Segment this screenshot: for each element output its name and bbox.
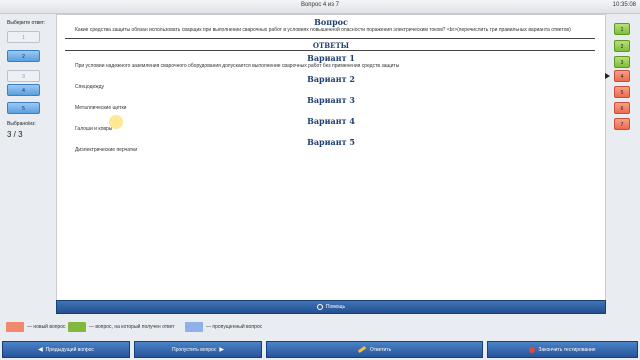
question-heading: Вопрос xyxy=(314,17,348,27)
option-button-4[interactable]: 4 xyxy=(7,84,40,96)
selected-count-label: Выбрано/из: xyxy=(7,121,36,127)
variant-3-title: Вариант 3 xyxy=(307,95,355,105)
variant-4-title: Вариант 4 xyxy=(307,116,355,126)
option-button-2[interactable]: 2 xyxy=(7,50,40,62)
current-question-marker-icon xyxy=(605,73,610,79)
question-nav-6[interactable]: 6 xyxy=(614,102,630,114)
question-nav-4[interactable]: 4 xyxy=(614,70,630,82)
help-icon xyxy=(316,303,323,310)
legend-swatch-skipped xyxy=(185,322,203,332)
stop-icon xyxy=(529,346,536,353)
option-button-3[interactable]: 3 xyxy=(7,70,40,82)
help-button[interactable]: Помощь xyxy=(56,300,606,314)
finish-test-button[interactable]: Закончить тестирование xyxy=(487,341,638,358)
legend-swatch-answered xyxy=(68,322,86,332)
skip-question-button[interactable]: Пропустить вопрос ▶ xyxy=(134,341,262,358)
variant-2-text: Спецодежду xyxy=(75,84,104,90)
question-nav-7[interactable]: 7 xyxy=(614,118,630,130)
pencil-icon xyxy=(357,346,366,354)
question-nav-5[interactable]: 5 xyxy=(614,86,630,98)
variant-3-text: Металлические щетки xyxy=(75,105,127,111)
variant-5-text: Диэлектрические перчатки xyxy=(75,147,138,153)
variant-2-title: Вариант 2 xyxy=(307,74,355,84)
variant-5-title: Вариант 5 xyxy=(307,137,355,147)
legend-new-text: — новый вопрос xyxy=(27,324,66,330)
help-label: Помощь xyxy=(325,304,346,310)
question-text: Какие средства защиты обязан использоват… xyxy=(75,27,571,33)
answers-heading: ОТВЕТЫ xyxy=(312,41,350,50)
legend-skipped-text: — пропущенный вопрос xyxy=(206,324,263,330)
title-bar: Вопрос 4 из 7 10:35:08 xyxy=(0,0,640,14)
legend: — новый вопрос — вопрос, на который полу… xyxy=(0,316,640,340)
skip-question-label: Пропустить вопрос xyxy=(172,347,217,353)
divider xyxy=(65,50,595,51)
choose-answer-label: Выберите ответ: xyxy=(7,20,46,26)
finish-test-label: Закончить тестирование xyxy=(538,347,596,353)
variant-1-text: При условии надежного заземления сварочн… xyxy=(75,63,400,69)
legend-swatch-new xyxy=(6,322,24,332)
option-button-5[interactable]: 5 xyxy=(7,102,40,114)
previous-question-button[interactable]: ◀ Предыдущий вопрос xyxy=(2,341,130,358)
variant-1-title: Вариант 1 xyxy=(307,53,355,63)
window-title: Вопрос 4 из 7 xyxy=(300,2,340,8)
divider xyxy=(65,38,595,39)
answer-label: Ответить xyxy=(369,347,392,353)
question-nav-1[interactable]: 1 xyxy=(614,23,630,35)
answer-button[interactable]: Ответить xyxy=(266,341,483,358)
variant-4-text: Галоши и ковры xyxy=(75,126,113,132)
mouse-cursor-highlight xyxy=(109,115,123,129)
question-panel: Вопрос Какие средства защиты обязан испо… xyxy=(56,14,606,302)
legend-answered-text: — вопрос, на который получен ответ xyxy=(89,324,175,330)
question-nav-2[interactable]: 2 xyxy=(614,40,630,52)
answer-selection-panel: Выберите ответ: 1 2 3 4 5 Выбрано/из: 3 … xyxy=(0,14,56,302)
option-button-1[interactable]: 1 xyxy=(7,31,40,43)
question-nav-3[interactable]: 3 xyxy=(614,56,630,68)
arrow-right-icon: ▶ xyxy=(219,347,224,353)
arrow-left-icon: ◀ xyxy=(38,347,43,353)
clock: 10:35:08 xyxy=(612,2,636,8)
previous-question-label: Предыдущий вопрос xyxy=(45,347,94,353)
selected-count-value: 3 / 3 xyxy=(7,130,23,139)
